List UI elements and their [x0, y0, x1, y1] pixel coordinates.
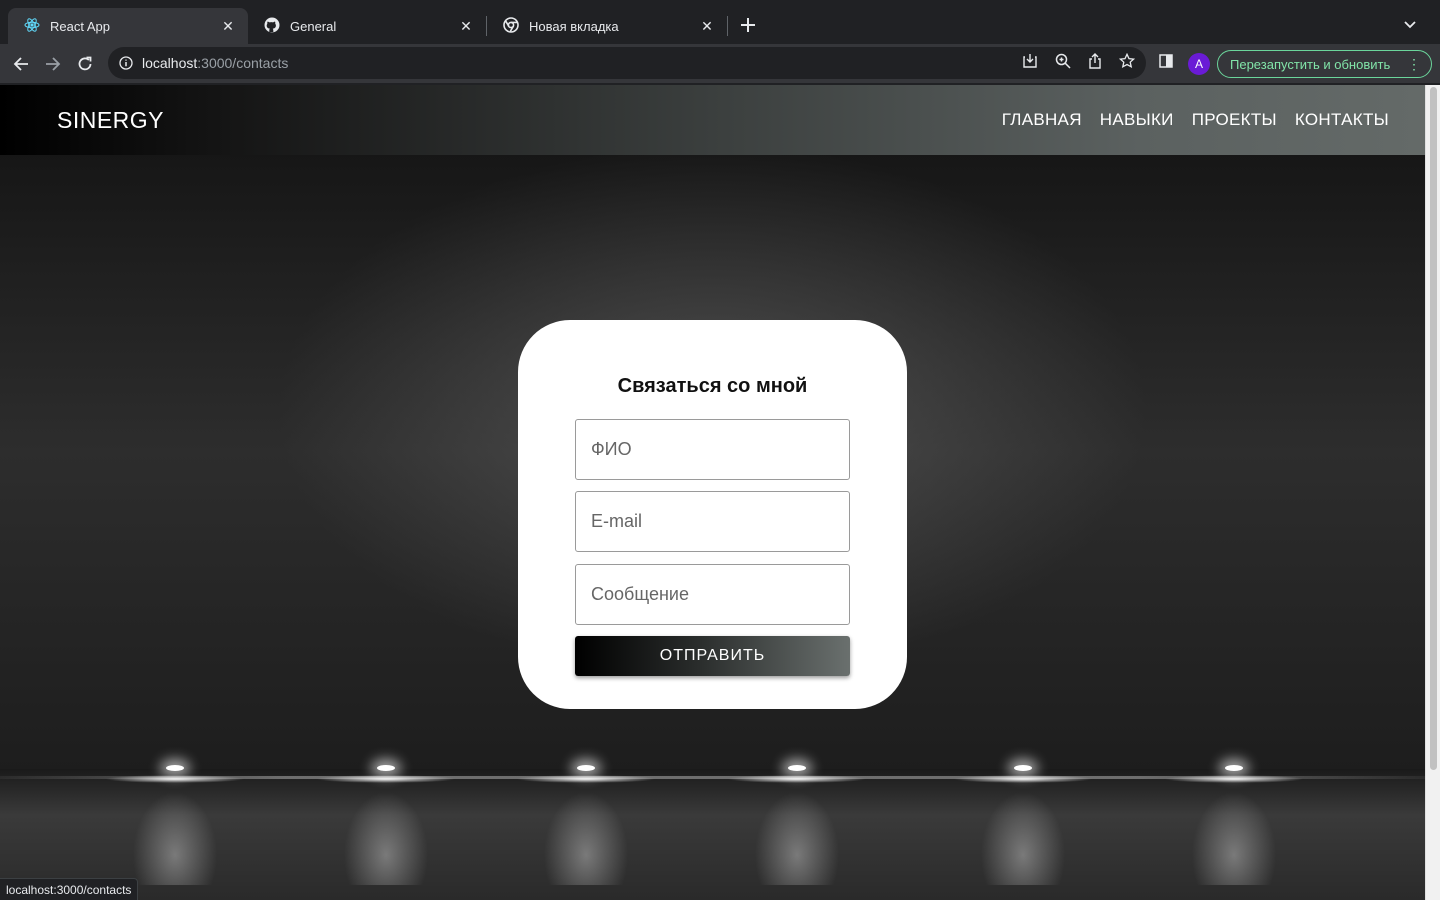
github-icon	[264, 17, 280, 36]
tab-react-app[interactable]: React App ✕	[8, 8, 248, 44]
react-icon	[24, 17, 40, 36]
background-light	[1159, 685, 1309, 885]
background-light-glow	[516, 775, 656, 783]
background-light-glow	[105, 775, 245, 783]
browser-toolbar: localhost:3000/contacts A Перезапустить …	[0, 44, 1440, 84]
url-path: :3000/contacts	[197, 55, 289, 71]
contact-form-title: Связаться со мной	[617, 375, 808, 397]
site-brand-logo[interactable]: SINERGY	[57, 107, 164, 134]
tab-title: Новая вкладка	[529, 18, 619, 34]
url-host: localhost	[142, 55, 198, 71]
scrollbar-thumb[interactable]	[1430, 87, 1437, 770]
contact-form-card: Связаться со мной ОТПРАВИТЬ	[518, 320, 907, 709]
message-field[interactable]	[575, 564, 850, 625]
background-light	[948, 685, 1098, 885]
site-nav: ГЛАВНАЯ НАВЫКИ ПРОЕКТЫ КОНТАКТЫ	[1002, 110, 1389, 130]
background-light-dot	[577, 765, 595, 771]
tab-new-tab[interactable]: Новая вкладка ✕	[487, 8, 727, 44]
back-arrow-icon[interactable]	[8, 51, 34, 77]
nav-link-projects[interactable]: ПРОЕКТЫ	[1192, 110, 1277, 130]
relaunch-update-button[interactable]: Перезапустить и обновить ⋮	[1217, 50, 1432, 78]
tab-title: General	[290, 18, 337, 34]
background-light-glow	[727, 775, 867, 783]
background-light-dot	[1225, 765, 1243, 771]
link-status-bubble: localhost:3000/contacts	[0, 878, 139, 900]
background-light	[311, 685, 461, 885]
email-field[interactable]	[575, 491, 850, 552]
background-light-dot	[166, 765, 184, 771]
forward-arrow-icon[interactable]	[40, 51, 66, 77]
zoom-icon[interactable]	[1054, 52, 1072, 70]
background-light-glow	[316, 775, 456, 783]
address-bar[interactable]: localhost:3000/contacts	[108, 47, 1146, 79]
site-info-icon[interactable]	[118, 55, 134, 71]
install-app-icon[interactable]	[1021, 52, 1039, 70]
tab-search-chevron-down-icon[interactable]	[1398, 14, 1422, 36]
background-light	[511, 685, 661, 885]
background-light-dot	[1014, 765, 1032, 771]
new-tab-plus-icon[interactable]	[736, 13, 760, 37]
share-icon[interactable]	[1086, 52, 1104, 70]
tab-strip: React App ✕ General ✕ Новая вкладка ✕	[0, 0, 1440, 44]
nav-link-skills[interactable]: НАВЫКИ	[1100, 110, 1174, 130]
close-icon[interactable]: ✕	[220, 18, 236, 34]
bookmark-star-icon[interactable]	[1118, 52, 1136, 70]
nav-link-contacts[interactable]: КОНТАКТЫ	[1295, 110, 1389, 130]
background-light-dot	[377, 765, 395, 771]
page-viewport: SINERGY ГЛАВНАЯ НАВЫКИ ПРОЕКТЫ КОНТАКТЫ …	[0, 85, 1425, 900]
background-light	[100, 685, 250, 885]
reload-icon[interactable]	[72, 51, 98, 77]
tab-title: React App	[50, 18, 110, 34]
nav-link-home[interactable]: ГЛАВНАЯ	[1002, 110, 1082, 130]
background-light-glow	[953, 775, 1093, 783]
side-panel-icon[interactable]	[1157, 52, 1175, 70]
background-light	[722, 685, 872, 885]
tab-separator	[727, 16, 728, 36]
name-field[interactable]	[575, 419, 850, 480]
chrome-icon	[503, 16, 519, 36]
relaunch-label: Перезапустить и обновить	[1230, 56, 1391, 72]
close-icon[interactable]: ✕	[458, 18, 474, 34]
profile-avatar[interactable]: A	[1188, 53, 1210, 75]
background-light-dot	[788, 765, 806, 771]
site-header: SINERGY ГЛАВНАЯ НАВЫКИ ПРОЕКТЫ КОНТАКТЫ	[0, 85, 1425, 155]
background-light-glow	[1164, 775, 1304, 783]
close-icon[interactable]: ✕	[699, 18, 715, 34]
url-text: localhost:3000/contacts	[142, 55, 288, 71]
more-vert-icon[interactable]: ⋮	[1407, 56, 1421, 72]
tab-general[interactable]: General ✕	[248, 8, 486, 44]
page-scrollbar[interactable]	[1425, 85, 1440, 900]
submit-button[interactable]: ОТПРАВИТЬ	[575, 636, 850, 676]
